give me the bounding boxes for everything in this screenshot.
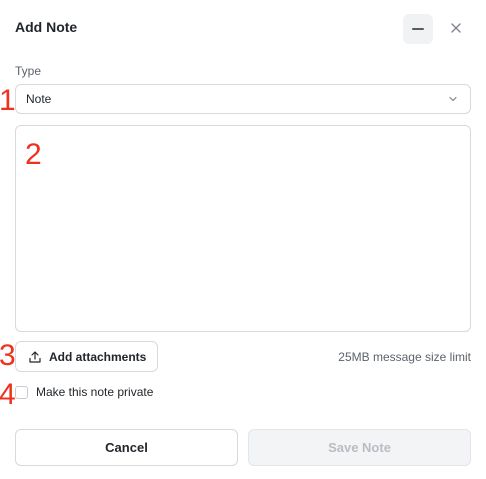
annotation-marker-4: 4 <box>0 378 16 411</box>
save-note-button[interactable]: Save Note <box>248 429 471 466</box>
cancel-button[interactable]: Cancel <box>15 429 238 466</box>
dialog-title: Add Note <box>15 19 78 35</box>
add-note-dialog: Add Note Type Note Add attachments 25MB … <box>0 0 486 479</box>
close-icon <box>451 23 461 33</box>
note-body-textarea[interactable] <box>15 125 471 332</box>
type-select-value: Note <box>26 92 52 106</box>
chevron-down-icon <box>449 96 457 102</box>
upload-icon <box>29 350 41 363</box>
annotation-marker-1: 1 <box>0 84 16 117</box>
add-attachments-label: Add attachments <box>49 349 147 364</box>
private-note-checkbox[interactable] <box>15 385 28 399</box>
minus-icon <box>412 28 424 30</box>
annotation-marker-3: 3 <box>0 339 16 372</box>
add-attachments-button[interactable]: Add attachments <box>15 341 158 372</box>
private-note-label[interactable]: Make this note private <box>36 385 153 399</box>
annotation-marker-2: 2 <box>25 138 42 171</box>
type-label: Type <box>15 64 42 78</box>
minimize-button[interactable] <box>403 14 433 44</box>
type-select[interactable]: Note <box>15 84 471 114</box>
private-note-row: Make this note private <box>15 385 153 399</box>
close-button[interactable] <box>446 18 466 38</box>
size-limit-text: 25MB message size limit <box>338 350 471 364</box>
